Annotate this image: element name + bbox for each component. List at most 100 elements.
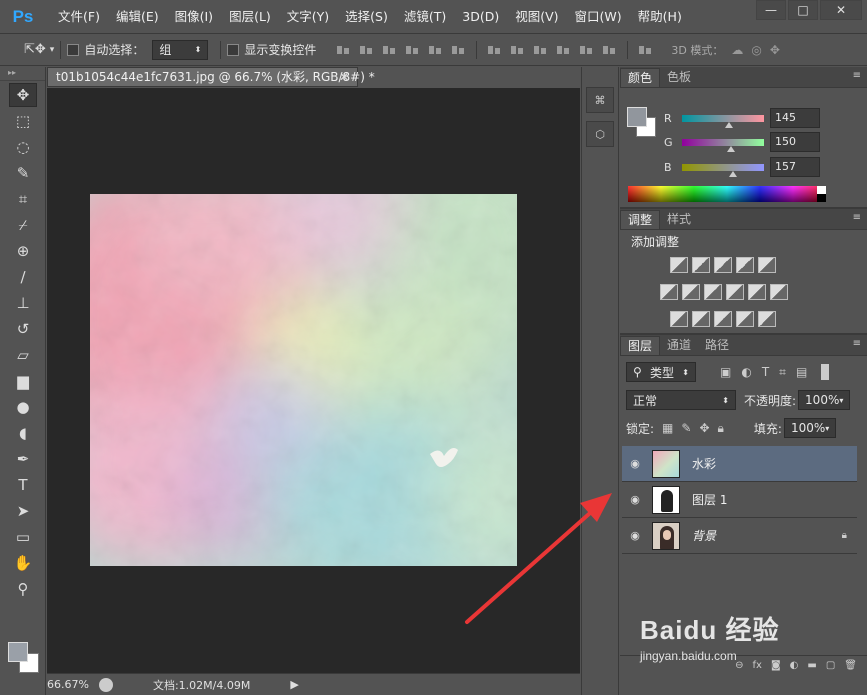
visibility-eye-icon[interactable]: ◉ xyxy=(622,493,648,506)
brush-tool-icon[interactable]: ∕ xyxy=(9,265,37,289)
menu-image[interactable]: 图像(I) xyxy=(167,0,221,33)
brightness-contrast-icon[interactable] xyxy=(670,257,688,273)
menu-help[interactable]: 帮助(H) xyxy=(630,0,690,33)
filter-toggle[interactable] xyxy=(821,364,830,380)
lock-pixels-icon[interactable]: ✎ xyxy=(681,421,691,435)
show-transform-checkbox[interactable] xyxy=(227,43,240,56)
tab-styles[interactable]: 样式 xyxy=(660,210,698,229)
tab-swatches[interactable]: 色板 xyxy=(660,68,698,87)
pen-tool-icon[interactable]: ✒ xyxy=(9,447,37,471)
opacity-field[interactable]: 100% ▾ xyxy=(798,390,851,410)
color-balance-icon[interactable] xyxy=(682,284,700,300)
dodge-tool-icon[interactable]: ◖ xyxy=(9,421,37,445)
layer-row-background[interactable]: ◉ 背景 🔒︎ xyxy=(622,518,857,554)
exposure-icon[interactable] xyxy=(736,257,754,273)
visibility-eye-icon[interactable]: ◉ xyxy=(622,529,648,542)
panel-menu-icon[interactable]: ≡ xyxy=(853,70,861,81)
chevron-down-icon[interactable]: ▾ xyxy=(839,396,843,405)
menu-edit[interactable]: 编辑(E) xyxy=(108,0,167,33)
hue-saturation-icon[interactable] xyxy=(660,284,678,300)
black-white-icon[interactable] xyxy=(704,284,722,300)
hand-tool-icon[interactable]: ✋ xyxy=(9,551,37,575)
curves-icon[interactable] xyxy=(714,257,732,273)
filter-smart-icon[interactable]: ▤ xyxy=(796,365,807,379)
align-hcenter-icon[interactable] xyxy=(427,43,444,57)
distribute-right-icon[interactable] xyxy=(601,43,618,57)
menu-select[interactable]: 选择(S) xyxy=(337,0,396,33)
distribute-top-icon[interactable] xyxy=(486,43,503,57)
history-panel-icon[interactable]: ⌘ xyxy=(586,87,614,113)
color-swatches[interactable] xyxy=(8,640,40,674)
color-spectrum[interactable] xyxy=(628,186,826,202)
close-tab-icon[interactable]: ✕ xyxy=(339,68,349,86)
threshold-icon[interactable] xyxy=(714,311,732,327)
menu-type[interactable]: 文字(Y) xyxy=(279,0,337,33)
panel-menu-icon[interactable]: ≡ xyxy=(853,212,861,223)
panel-menu-icon[interactable]: ≡ xyxy=(853,338,861,349)
layer-filter-dropdown[interactable]: ⚲ 类型 ⬍ xyxy=(626,362,696,382)
move-tool-preset[interactable]: ⇱✥ ▾ xyxy=(24,42,54,57)
eraser-tool-icon[interactable]: ▱ xyxy=(9,343,37,367)
healing-brush-tool-icon[interactable]: ⊕ xyxy=(9,239,37,263)
maximize-button[interactable]: □ xyxy=(788,0,818,20)
new-adjustment-icon[interactable]: ◐ xyxy=(790,660,799,671)
tab-layers[interactable]: 图层 xyxy=(620,336,661,355)
auto-select-checkbox[interactable] xyxy=(67,43,80,56)
posterize-icon[interactable] xyxy=(692,311,710,327)
canvas-area[interactable] xyxy=(47,88,580,673)
marquee-tool-icon[interactable]: ⬚ xyxy=(9,109,37,133)
gradient-tool-icon[interactable]: ▆ xyxy=(9,369,37,393)
layer-style-icon[interactable]: fx xyxy=(753,660,762,671)
zoom-tool-icon[interactable]: ⚲ xyxy=(9,577,37,601)
red-value-field[interactable]: 145 xyxy=(770,108,820,128)
selective-color-icon[interactable] xyxy=(736,311,754,327)
3d-rotate-icon[interactable]: ☁ xyxy=(731,43,743,57)
align-vcenter-icon[interactable] xyxy=(358,43,375,57)
distribute-bottom-icon[interactable] xyxy=(532,43,549,57)
color-fg-swatch[interactable] xyxy=(627,107,647,127)
3d-pan-icon[interactable]: ✥ xyxy=(770,43,780,57)
lock-all-icon[interactable]: 🔒︎ xyxy=(718,421,724,436)
chevron-down-icon[interactable]: ▾ xyxy=(825,424,829,433)
distribute-vcenter-icon[interactable] xyxy=(509,43,526,57)
status-expand-icon[interactable]: ▶ xyxy=(290,678,298,691)
quick-select-tool-icon[interactable]: ✎ xyxy=(9,161,37,185)
blue-value-field[interactable]: 157 xyxy=(770,157,820,177)
vibrance-icon[interactable] xyxy=(758,257,776,273)
path-select-tool-icon[interactable]: ➤ xyxy=(9,499,37,523)
blue-slider-thumb[interactable] xyxy=(729,170,737,177)
filter-pixel-icon[interactable]: ▣ xyxy=(720,365,731,379)
gradient-map-icon[interactable] xyxy=(758,311,776,327)
blend-mode-dropdown[interactable]: 正常 ⬍ xyxy=(626,390,736,410)
tab-channels[interactable]: 通道 xyxy=(660,336,698,355)
levels-icon[interactable] xyxy=(692,257,710,273)
menu-3d[interactable]: 3D(D) xyxy=(454,0,507,33)
align-right-icon[interactable] xyxy=(450,43,467,57)
menu-file[interactable]: 文件(F) xyxy=(50,0,108,33)
lock-position-icon[interactable]: ✥ xyxy=(699,421,709,435)
color-lookup-icon[interactable] xyxy=(770,284,788,300)
auto-select-dropdown[interactable]: 组 ⬍ xyxy=(152,39,209,60)
eyedropper-tool-icon[interactable]: ⌿ xyxy=(9,213,37,237)
move-tool-icon[interactable]: ✥ xyxy=(9,83,37,107)
layer-row-watercolor[interactable]: ◉ 水彩 xyxy=(622,446,857,482)
delete-layer-icon[interactable]: 🗑︎ xyxy=(844,660,857,671)
3d-panel-icon[interactable]: ⬡ xyxy=(586,121,614,147)
auto-align-icon[interactable] xyxy=(637,43,654,57)
red-slider-thumb[interactable] xyxy=(725,121,733,128)
3d-roll-icon[interactable]: ◎ xyxy=(751,43,761,57)
menu-view[interactable]: 视图(V) xyxy=(507,0,566,33)
stamp-tool-icon[interactable]: ⊥ xyxy=(9,291,37,315)
zoom-level[interactable]: 66.67% xyxy=(47,678,89,691)
document-tab[interactable]: t01b1054c44e1fc7631.jpg @ 66.7% (水彩, RGB… xyxy=(47,67,375,87)
green-slider[interactable] xyxy=(682,138,764,152)
invert-icon[interactable] xyxy=(670,311,688,327)
green-slider-thumb[interactable] xyxy=(727,145,735,152)
photo-filter-icon[interactable] xyxy=(726,284,744,300)
tab-color[interactable]: 颜色 xyxy=(620,68,661,87)
channel-mixer-icon[interactable] xyxy=(748,284,766,300)
lasso-tool-icon[interactable]: ◌ xyxy=(9,135,37,159)
close-button[interactable]: ✕ xyxy=(820,0,862,20)
fill-field[interactable]: 100% ▾ xyxy=(783,418,836,438)
visibility-eye-icon[interactable]: ◉ xyxy=(622,457,648,470)
